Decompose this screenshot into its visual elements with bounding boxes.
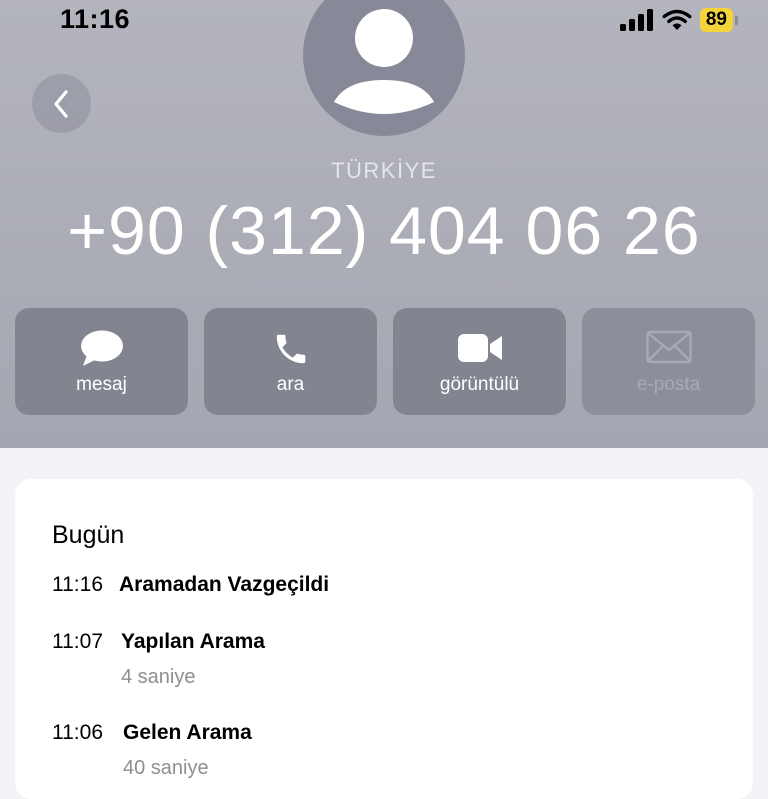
call-time: 11:16 (52, 573, 103, 596)
battery-tip (735, 15, 738, 25)
call-type: Yapılan Arama (121, 630, 265, 653)
email-button[interactable]: e-posta (582, 308, 755, 415)
status-time: 11:16 (60, 4, 131, 34)
contact-phone-number[interactable]: +90 (312) 404 06 26 (0, 192, 768, 270)
call-button[interactable]: ara (204, 308, 377, 415)
wifi-icon (662, 9, 692, 30)
video-button-label: görüntülü (439, 374, 520, 395)
call-type: Gelen Arama (123, 721, 252, 744)
message-button-label: mesaj (76, 374, 127, 395)
contact-header: 11:16 89 TÜRKİYE +90 (312) 404 06 26 mes… (0, 0, 768, 448)
recent-calls-card: Bugün 11:16 Aramadan Vazgeçildi 11:07 Ya… (15, 479, 753, 799)
phone-icon (276, 334, 305, 364)
call-duration: 4 saniye (121, 666, 196, 688)
call-duration: 40 saniye (123, 757, 209, 779)
email-button-label: e-posta (636, 374, 701, 395)
message-button[interactable]: mesaj (15, 308, 188, 415)
person-silhouette-icon (334, 9, 434, 114)
video-camera-icon (457, 334, 502, 362)
call-time: 11:07 (52, 630, 103, 653)
video-button[interactable]: görüntülü (393, 308, 566, 415)
call-time: 11:06 (52, 721, 103, 744)
section-title: Bugün (52, 521, 125, 549)
call-type: Aramadan Vazgeçildi (119, 573, 330, 596)
contact-avatar[interactable] (303, 0, 465, 136)
message-bubble-icon (80, 330, 123, 366)
action-buttons: mesaj ara görüntülü e-posta (15, 308, 755, 415)
battery-indicator: 89 (699, 8, 738, 32)
chevron-left-icon (53, 89, 68, 118)
battery-level: 89 (699, 8, 733, 32)
cellular-signal-icon (619, 9, 653, 31)
back-button[interactable] (32, 74, 91, 133)
call-button-label: ara (276, 374, 305, 395)
contact-country: TÜRKİYE (331, 158, 437, 183)
status-icons: 89 (619, 8, 738, 32)
envelope-icon (645, 330, 692, 364)
